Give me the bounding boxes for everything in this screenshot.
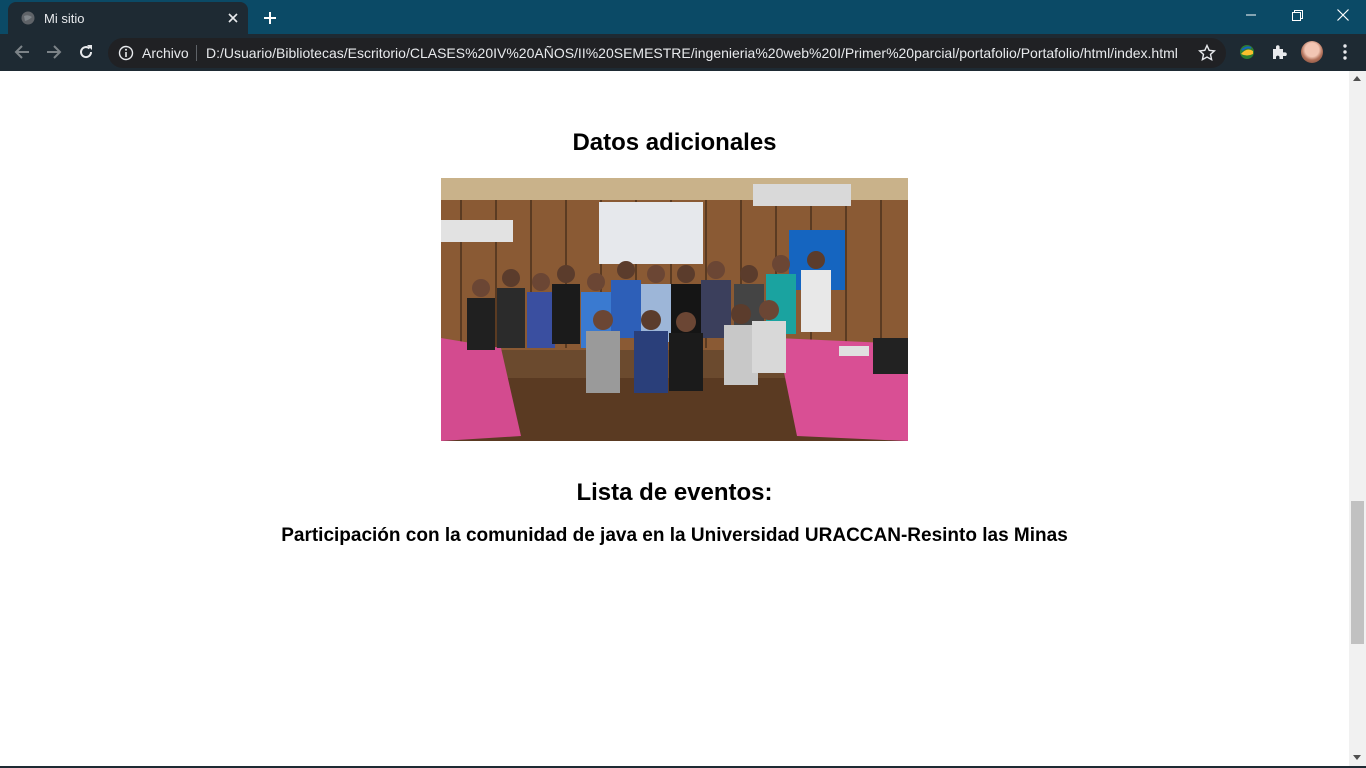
reload-icon[interactable] [72, 38, 100, 66]
menu-icon[interactable] [1334, 41, 1356, 63]
scroll-up-arrow[interactable] [1353, 76, 1361, 81]
tab-mi-sitio[interactable]: Mi sitio [8, 2, 248, 34]
plus-icon[interactable] [258, 6, 282, 30]
restore-icon[interactable] [1274, 0, 1320, 30]
puzzle-icon[interactable] [1268, 41, 1290, 63]
section-title: Datos adicionales [572, 129, 777, 156]
close-icon[interactable] [224, 9, 242, 27]
browser-chrome: Mi sitio Archivo D:/Usuario/Bibliotecas/… [0, 0, 1366, 71]
toolbar: Archivo D:/Usuario/Bibliotecas/Escritori… [0, 34, 1366, 71]
forward-icon[interactable] [40, 38, 68, 66]
address-divider [196, 45, 197, 61]
page-viewport: Datos adicionales Lista de eventos: Part… [0, 71, 1349, 766]
info-icon[interactable] [118, 45, 134, 61]
url-text[interactable]: D:/Usuario/Bibliotecas/Escritorio/CLASES… [206, 45, 1178, 61]
extension-icon[interactable] [1236, 41, 1258, 63]
tab-strip: Mi sitio [0, 0, 1366, 34]
star-icon[interactable] [1197, 43, 1217, 62]
tab-title: Mi sitio [44, 11, 85, 26]
minimize-icon[interactable] [1228, 0, 1274, 30]
avatar[interactable] [1301, 41, 1323, 63]
window-close-icon[interactable] [1320, 0, 1366, 30]
address-bar[interactable]: Archivo D:/Usuario/Bibliotecas/Escritori… [108, 38, 1226, 68]
scroll-down-arrow[interactable] [1353, 755, 1361, 760]
globe-icon [21, 11, 35, 25]
event-item: Participación con la comunidad de java e… [281, 525, 1068, 546]
security-chip[interactable]: Archivo [142, 45, 189, 61]
scroll-thumb[interactable] [1351, 501, 1364, 644]
events-title: Lista de eventos: [576, 479, 773, 506]
back-icon[interactable] [8, 38, 36, 66]
group-photo [441, 178, 908, 441]
vertical-scrollbar[interactable] [1349, 71, 1366, 766]
